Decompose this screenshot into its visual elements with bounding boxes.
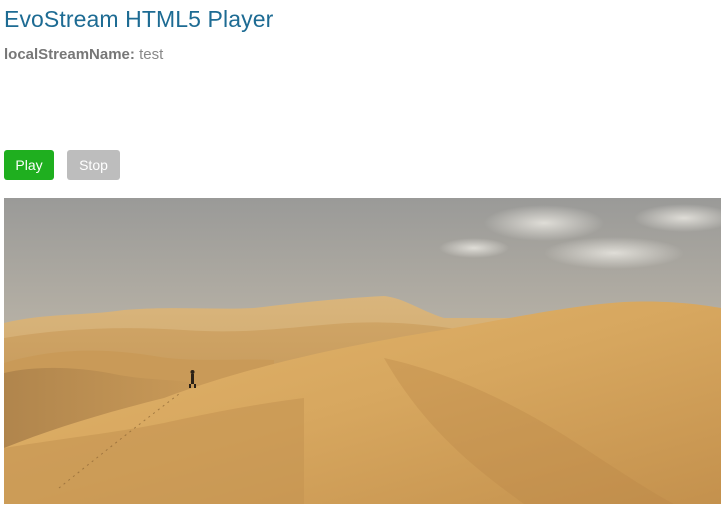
stream-name-label: localStreamName: — [4, 46, 135, 63]
video-player[interactable] — [4, 198, 721, 504]
player-page: EvoStream HTML5 Player localStreamName: … — [0, 0, 726, 507]
play-button[interactable]: Play — [4, 150, 54, 180]
stream-info: localStreamName: test — [4, 46, 163, 63]
video-frame-desert-image — [4, 198, 721, 504]
stop-button[interactable]: Stop — [67, 150, 120, 180]
page-title: EvoStream HTML5 Player — [4, 6, 274, 32]
stream-name-value: test — [139, 46, 164, 63]
